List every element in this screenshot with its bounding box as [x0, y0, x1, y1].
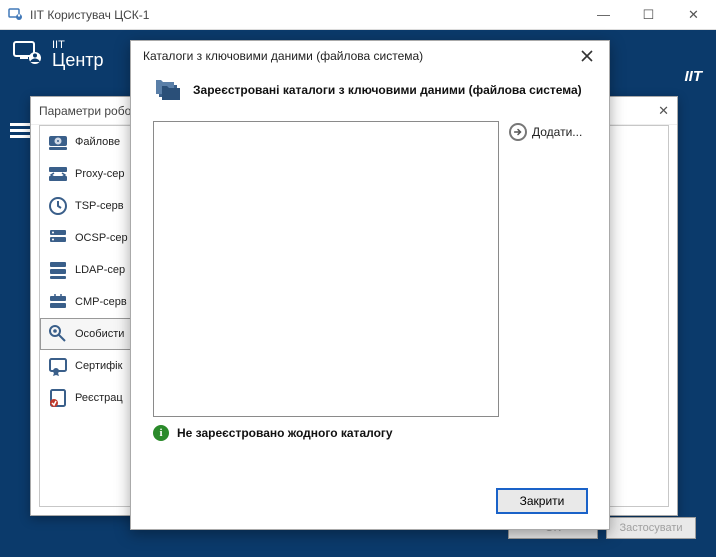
- proxy-icon: [47, 163, 69, 185]
- tab-label: Особисти: [75, 328, 124, 340]
- minimize-button[interactable]: —: [581, 0, 626, 29]
- folders-icon: [153, 75, 183, 105]
- brand-text-bottom: Центр: [52, 51, 104, 69]
- tab-label: CMP-серв: [75, 296, 127, 308]
- status-text: Не зареєстровано жодного каталогу: [177, 426, 393, 440]
- tab-label: LDAP-сер: [75, 264, 125, 276]
- status-row: i Не зареєстровано жодного каталогу: [153, 425, 393, 441]
- dialog-close-icon[interactable]: [577, 46, 597, 66]
- app-icon: [8, 7, 24, 23]
- brand-text-top: ІІТ: [52, 40, 104, 51]
- clock-icon: [47, 195, 69, 217]
- cmp-icon: [47, 291, 69, 313]
- titlebar: ІІТ Користувач ЦСК-1 — ☐ ✕: [0, 0, 716, 30]
- hdd-icon: [47, 131, 69, 153]
- maximize-button[interactable]: ☐: [626, 0, 671, 29]
- hamburger-icon[interactable]: [10, 122, 32, 145]
- close-window-button[interactable]: ✕: [671, 0, 716, 29]
- dialog-footer: Закрити: [497, 489, 587, 513]
- dialog-header: Зареєстровані каталоги з ключовими даним…: [131, 71, 609, 113]
- tab-label: Proxy-сер: [75, 168, 125, 180]
- server-icon: [47, 227, 69, 249]
- tab-label: Реєстрац: [75, 392, 123, 404]
- catalog-listbox[interactable]: [153, 121, 499, 417]
- brand-icon: [12, 38, 44, 70]
- window-buttons: — ☐ ✕: [581, 0, 716, 29]
- tab-label: TSP-серв: [75, 200, 124, 212]
- add-catalog-label: Додати...: [532, 125, 582, 139]
- dialog-header-text: Зареєстровані каталоги з ключовими даним…: [193, 83, 582, 98]
- parameters-close-icon[interactable]: ✕: [658, 103, 669, 119]
- tab-label: Файлове: [75, 136, 120, 148]
- window-title: ІІТ Користувач ЦСК-1: [30, 8, 581, 22]
- dialog-title: Каталоги з ключовими даними (файлова сис…: [143, 49, 423, 63]
- tab-label: OCSP-сер: [75, 232, 128, 244]
- info-icon: i: [153, 425, 169, 441]
- add-catalog-link[interactable]: Додати...: [509, 123, 582, 141]
- dialog-titlebar: Каталоги з ключовими даними (файлова сис…: [131, 41, 609, 71]
- key-search-icon: [47, 323, 69, 345]
- tab-label: Сертифік: [75, 360, 122, 372]
- registration-icon: [47, 387, 69, 409]
- certificate-icon: [47, 355, 69, 377]
- add-arrow-icon: [509, 123, 527, 141]
- key-catalogs-dialog: Каталоги з ключовими даними (файлова сис…: [130, 40, 610, 530]
- directory-icon: [47, 259, 69, 281]
- close-button[interactable]: Закрити: [497, 489, 587, 513]
- brand-right-logo: IIT: [685, 68, 703, 85]
- parameters-title: Параметри робо: [39, 104, 131, 118]
- apply-button[interactable]: Застосувати: [606, 517, 696, 539]
